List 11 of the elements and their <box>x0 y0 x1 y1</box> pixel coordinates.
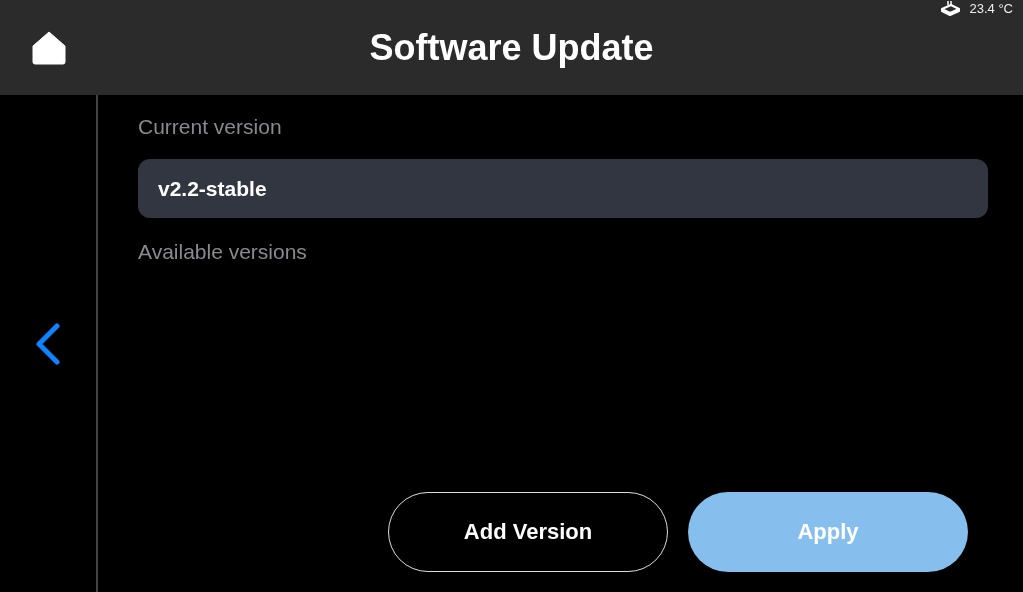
home-icon <box>31 30 66 65</box>
temperature-reading: 23.4 °C <box>969 0 1013 16</box>
back-button[interactable] <box>34 322 62 365</box>
current-version-label: Current version <box>138 115 282 139</box>
heated-bed-icon <box>939 0 962 16</box>
current-version-value: v2.2-stable <box>138 159 988 218</box>
add-version-button[interactable]: Add Version <box>388 492 668 572</box>
screen-title: Software Update <box>368 26 655 69</box>
home-button[interactable] <box>31 30 66 65</box>
back-chevron-icon <box>34 322 62 365</box>
available-versions-label: Available versions <box>138 240 307 264</box>
